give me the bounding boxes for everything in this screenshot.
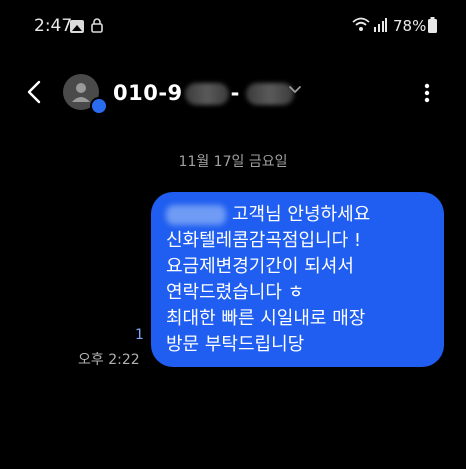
message-line: 고객님 안녕하세요 xyxy=(166,202,432,228)
redacted-name xyxy=(166,205,226,225)
back-icon[interactable] xyxy=(24,79,46,105)
battery-percent: 78% xyxy=(393,17,427,35)
message-line: 연락드렸습니다 ㅎ xyxy=(166,282,305,303)
message-line: 신화텔레콤감곡점입니다 ! xyxy=(166,230,362,251)
message-bubble[interactable]: 고객님 안녕하세요 신화텔레콤감곡점입니다 ! 요금제변경기간이 되셔서 연락드… xyxy=(151,192,444,367)
wifi-icon xyxy=(352,17,370,31)
chat-badge-icon xyxy=(90,97,108,115)
message-line: 요금제변경기간이 되셔서 xyxy=(166,256,354,277)
contact-name[interactable]: 010-9 - xyxy=(113,81,294,105)
message-timestamp: 오후 2:22 xyxy=(78,352,140,368)
redacted-number-part xyxy=(245,83,294,105)
contact-number-separator: - xyxy=(230,81,240,105)
conversation-header: 010-9 - xyxy=(0,65,466,121)
redacted-number-part xyxy=(184,83,229,105)
signal-icon xyxy=(374,18,387,32)
unread-count: 1 xyxy=(135,327,144,343)
status-time: 2:47 xyxy=(34,16,73,36)
battery-icon xyxy=(428,17,437,33)
message-line: 방문 부탁드립니당 xyxy=(166,334,305,355)
message-line: 최대한 빠른 시일내로 매장 xyxy=(166,308,366,329)
contact-number-prefix: 010-9 xyxy=(113,81,183,105)
status-bar: 2:47 78% xyxy=(0,0,466,52)
gallery-icon xyxy=(70,20,84,33)
avatar-person-icon xyxy=(72,83,90,102)
date-divider: 11월 17일 금요일 xyxy=(178,154,288,170)
chevron-down-icon[interactable] xyxy=(288,85,302,95)
more-vertical-icon[interactable] xyxy=(424,83,430,103)
lock-icon xyxy=(91,18,103,33)
